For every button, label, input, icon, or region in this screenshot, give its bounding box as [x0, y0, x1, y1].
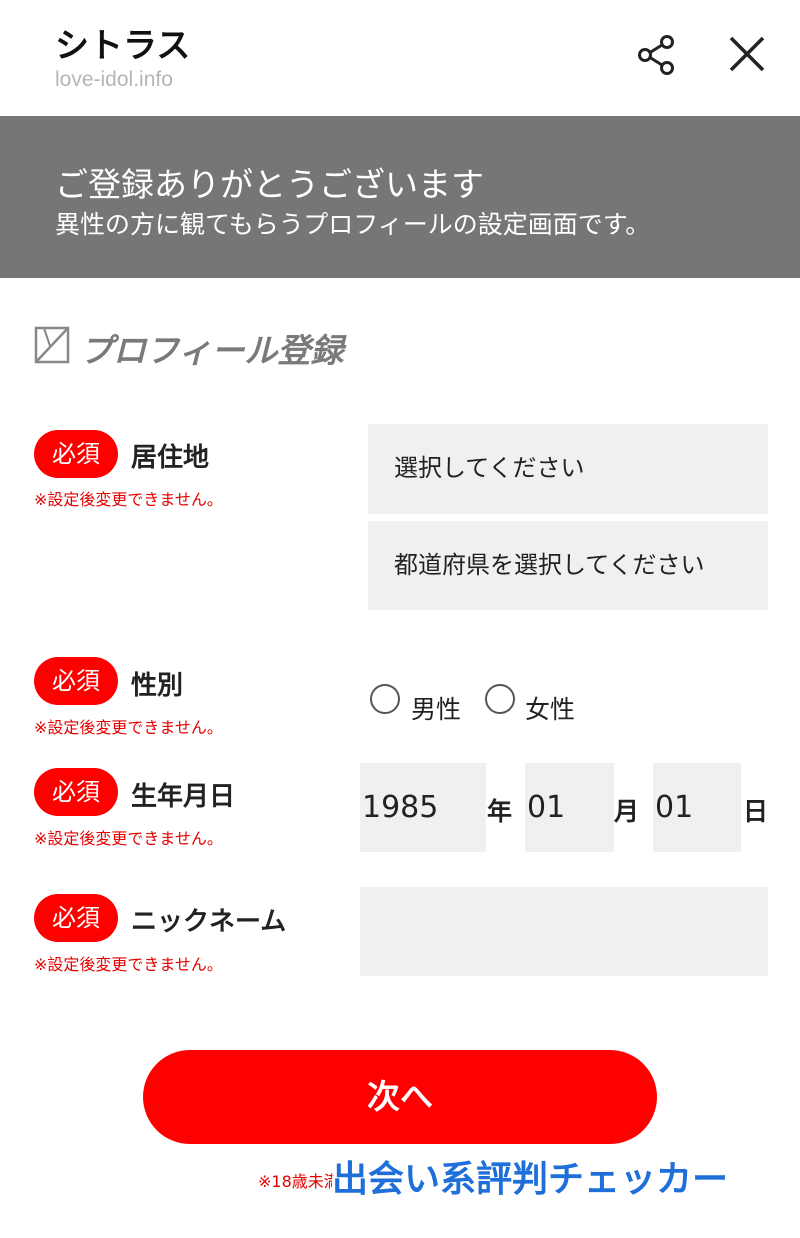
close-icon[interactable]	[724, 31, 770, 77]
radio-female-label: 女性	[525, 695, 576, 724]
required-badge: 必須	[34, 430, 118, 478]
radio-male-label: 男性	[411, 695, 462, 724]
month-unit: 月	[614, 797, 640, 826]
required-badge: 必須	[34, 768, 118, 816]
site-watermark: 出会い系評判チェッカー	[332, 1159, 729, 1200]
month-select[interactable]: 01	[525, 763, 614, 852]
year-unit: 年	[487, 797, 513, 826]
nickname-note: ※設定後変更できません。	[34, 955, 223, 974]
radio-female[interactable]	[485, 684, 515, 714]
birthday-note: ※設定後変更できません。	[34, 829, 223, 848]
next-button[interactable]: 次へ	[143, 1050, 657, 1144]
gender-note: ※設定後変更できません。	[34, 718, 223, 737]
day-unit: 日	[743, 797, 769, 826]
nickname-label: ニックネーム	[131, 907, 287, 937]
age-footnote: ※18歳未満	[258, 1172, 340, 1191]
year-select[interactable]: 1985	[360, 763, 486, 852]
nickname-input[interactable]	[360, 887, 768, 976]
banner-subtitle: 異性の方に観てもらうプロフィールの設定画面です。	[55, 210, 651, 239]
gender-label: 性別	[131, 671, 184, 701]
required-badge: 必須	[34, 894, 118, 942]
share-icon[interactable]	[634, 33, 678, 77]
day-select[interactable]: 01	[653, 763, 741, 852]
prefecture-select[interactable]: 都道府県を選択してください	[368, 521, 768, 610]
residence-label: 居住地	[131, 443, 210, 473]
section-title: プロフィール登録	[80, 331, 344, 370]
birthday-label: 生年月日	[131, 782, 236, 812]
radio-male[interactable]	[370, 684, 400, 714]
required-badge: 必須	[34, 657, 118, 705]
banner-title: ご登録ありがとうございます	[55, 165, 484, 204]
app-domain: love-idol.info	[55, 68, 173, 91]
broken-image-icon	[34, 326, 70, 364]
area-select[interactable]: 選択してください	[368, 424, 768, 514]
residence-note: ※設定後変更できません。	[34, 490, 223, 509]
app-title: シトラス	[55, 26, 191, 66]
